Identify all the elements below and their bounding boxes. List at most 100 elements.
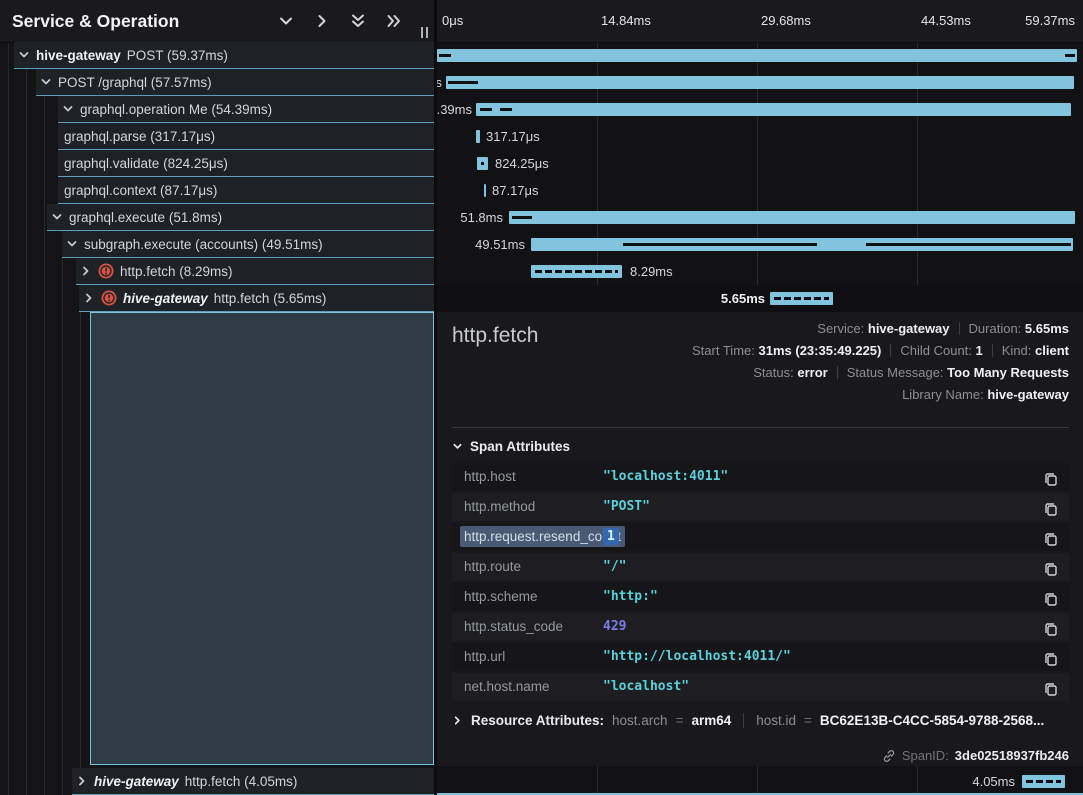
span-label: http.fetch (4.05ms) <box>185 774 298 789</box>
copy-icon[interactable] <box>1043 649 1059 665</box>
tree-row[interactable]: hive-gateway POST (59.37ms) <box>14 42 434 69</box>
attribute-key: http.scheme <box>464 583 538 611</box>
chevron-down-icon[interactable] <box>66 238 78 250</box>
selected-span-expansion <box>90 312 434 765</box>
attribute-row[interactable]: http.method "POST" <box>452 493 1069 521</box>
span-bar-row-selected[interactable]: 5.65ms <box>437 285 1083 314</box>
bar-duration-label: 317.17μs <box>486 123 540 150</box>
span-bar-row[interactable] <box>437 42 1083 69</box>
attribute-row[interactable]: net.host.name "localhost" <box>452 673 1069 701</box>
span-bar-row[interactable]: 8.29ms <box>437 258 1083 285</box>
span-bar[interactable] <box>477 157 488 170</box>
span-bar[interactable] <box>509 211 1075 224</box>
chevron-right-icon[interactable] <box>314 13 330 29</box>
span-bar-row[interactable]: 824.25μs <box>437 150 1083 177</box>
span-bar-row[interactable]: 57.57ms <box>437 69 1083 96</box>
copy-icon[interactable] <box>1043 469 1059 485</box>
tree-row[interactable]: graphql.execute (51.8ms) <box>47 204 434 231</box>
chevron-right-icon[interactable] <box>76 775 88 787</box>
meta-status-value: error <box>797 365 827 380</box>
span-service: hive-gateway <box>94 774 179 789</box>
attribute-row[interactable]: http.url "http://localhost:4011/" <box>452 643 1069 671</box>
meta-duration-value: 5.65ms <box>1025 321 1069 336</box>
meta-service-value: hive-gateway <box>868 321 950 336</box>
ruler-tick: 44.53ms <box>921 0 971 42</box>
span-label: subgraph.execute (accounts) (49.51ms) <box>84 237 323 252</box>
indent-guide <box>44 42 45 795</box>
span-bar[interactable] <box>476 130 480 143</box>
span-label: http.fetch (5.65ms) <box>214 291 327 306</box>
span-bar-row[interactable]: 49.51ms <box>437 231 1083 258</box>
meta-start-value: 31ms (23:35:49.225) <box>759 343 882 358</box>
tree-header: Service & Operation <box>0 0 434 43</box>
span-bar[interactable] <box>484 184 486 197</box>
span-meta-line: Start Time: 31ms (23:35:49.225)Child Cou… <box>692 340 1069 362</box>
attribute-row[interactable]: http.host "localhost:4011" <box>452 463 1069 491</box>
span-attributes-header[interactable]: Span Attributes <box>452 439 570 454</box>
span-bar-row[interactable]: 4.05ms <box>437 768 1083 795</box>
span-bar-row[interactable]: 54.39ms <box>437 96 1083 123</box>
span-label: http.fetch (8.29ms) <box>120 264 233 279</box>
tree-row[interactable]: graphql.operation Me (54.39ms) <box>58 96 434 123</box>
panel-resize-handle[interactable] <box>421 27 428 38</box>
chevron-down-icon[interactable] <box>51 211 63 223</box>
span-bar[interactable] <box>476 103 1071 116</box>
tree-row[interactable]: graphql.context (87.17μs) <box>58 177 434 204</box>
span-bar[interactable] <box>531 238 1073 251</box>
copy-icon[interactable] <box>1043 679 1059 695</box>
chevron-down-icon[interactable] <box>40 76 52 88</box>
double-chevron-right-icon[interactable] <box>386 13 402 29</box>
attribute-value: "localhost:4011" <box>603 463 728 491</box>
span-id-row[interactable]: SpanID: 3de02518937fb246 <box>882 748 1069 763</box>
tree-row[interactable]: POST /graphql (57.57ms) <box>36 69 434 96</box>
span-detail-panel: http.fetch Service: hive-gatewayDuration… <box>437 312 1083 766</box>
span-meta: Service: hive-gatewayDuration: 5.65ms St… <box>692 318 1069 406</box>
span-bar[interactable] <box>770 292 833 305</box>
attribute-row[interactable]: http.route "/" <box>452 553 1069 581</box>
span-bar[interactable] <box>531 265 622 278</box>
chevron-down-icon[interactable] <box>62 103 74 115</box>
tree-row[interactable]: graphql.parse (317.17μs) <box>58 123 434 150</box>
attribute-key: http.route <box>464 553 521 581</box>
chevron-down-icon[interactable] <box>18 49 30 61</box>
attribute-row-selected[interactable]: http.request.resend_count 1 <box>452 523 1069 551</box>
chevron-right-icon <box>452 715 463 726</box>
attribute-key: http.host <box>464 463 516 491</box>
attribute-key: http.status_code <box>464 613 563 641</box>
resource-attributes-row[interactable]: Resource Attributes: host.arch = arm64 h… <box>452 713 1069 728</box>
timeline-ruler: 0μs 14.84ms 29.68ms 44.53ms 59.37ms <box>437 0 1083 43</box>
span-bar-row[interactable]: 87.17μs <box>437 177 1083 204</box>
attribute-value: "localhost" <box>603 673 689 701</box>
span-bar-row[interactable]: 317.17μs <box>437 123 1083 150</box>
tree-row[interactable]: http.fetch (8.29ms) <box>76 258 434 285</box>
attribute-value: "http://localhost:4011/" <box>603 643 791 671</box>
copy-icon[interactable] <box>1043 589 1059 605</box>
resource-attributes-title: Resource Attributes: <box>471 713 604 728</box>
copy-icon[interactable] <box>1043 619 1059 635</box>
span-meta-line: Service: hive-gatewayDuration: 5.65ms <box>692 318 1069 340</box>
chevron-right-icon[interactable] <box>83 292 95 304</box>
tree-row[interactable]: graphql.validate (824.25μs) <box>58 150 434 177</box>
attribute-row[interactable]: http.status_code 429 <box>452 613 1069 641</box>
span-meta-line: Library Name: hive-gateway <box>692 384 1069 406</box>
bar-duration-label: 51.8ms <box>460 204 503 231</box>
chevron-down-icon[interactable] <box>278 13 294 29</box>
tree-row[interactable]: hive-gateway http.fetch (4.05ms) <box>72 768 434 795</box>
span-meta-line: Status: errorStatus Message: Too Many Re… <box>692 362 1069 384</box>
indent-guide <box>26 42 27 795</box>
bar-duration-label: 54.39ms <box>437 96 472 123</box>
copy-icon[interactable] <box>1043 529 1059 545</box>
span-bar[interactable] <box>446 76 1074 89</box>
span-bar[interactable] <box>437 49 1077 62</box>
tree-row-selected[interactable]: hive-gateway http.fetch (5.65ms) <box>79 285 434 312</box>
copy-icon[interactable] <box>1043 499 1059 515</box>
chevron-right-icon[interactable] <box>80 265 92 277</box>
span-bar[interactable] <box>1022 775 1065 788</box>
double-chevron-down-icon[interactable] <box>350 13 366 29</box>
copy-icon[interactable] <box>1043 559 1059 575</box>
tree-row[interactable]: subgraph.execute (accounts) (49.51ms) <box>62 231 434 258</box>
attribute-row[interactable]: http.scheme "http:" <box>452 583 1069 611</box>
link-icon <box>882 749 896 763</box>
attribute-key: http.method <box>464 493 535 521</box>
span-bar-row[interactable]: 51.8ms <box>437 204 1083 231</box>
